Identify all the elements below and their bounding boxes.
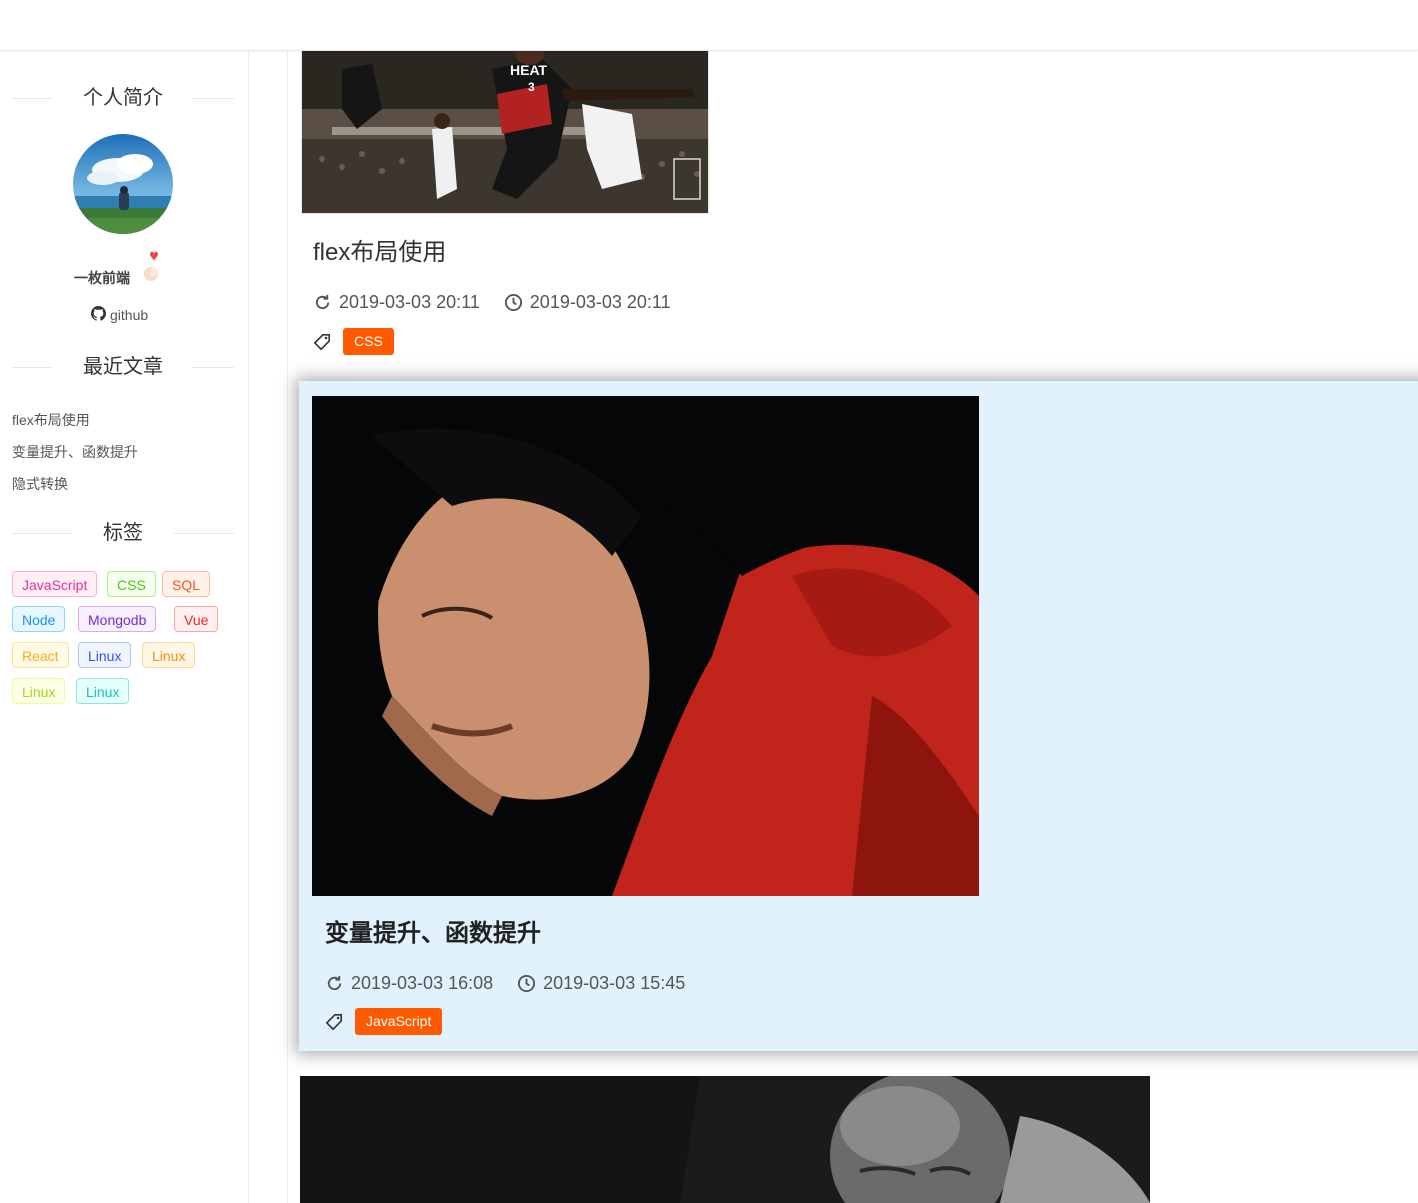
github-icon [91, 306, 107, 324]
tag-icon [325, 1013, 343, 1030]
created-time: 2019-03-03 20:11 [529, 292, 671, 312]
article-title[interactable]: flex布局使用 [313, 232, 446, 267]
tag-javascript[interactable]: JavaScript [12, 571, 98, 597]
article-tag-pill[interactable]: JavaScript [355, 1008, 443, 1035]
recent-posts-list: flex布局使用 变量提升、函数提升 隐式转换 [12, 409, 138, 505]
avatar[interactable] [73, 134, 173, 234]
clock-icon [504, 293, 522, 312]
tag-icon [313, 333, 331, 350]
github-link[interactable]: github [91, 306, 148, 324]
tag-linux[interactable]: Linux [142, 642, 196, 668]
sidebar: 个人简介 一枚前端 github 最近文章 flex布局使用 变量提升、函数提升… [0, 52, 249, 1203]
article-meta: 2019-03-03 16:08 2019-03-03 15:45 [325, 973, 685, 994]
tag-node[interactable]: Node [12, 606, 66, 632]
article-cover-image[interactable] [312, 396, 979, 896]
recent-post-link[interactable]: flex布局使用 [12, 409, 138, 441]
article-cover-image[interactable] [300, 1076, 1150, 1203]
updated-time: 2019-03-03 16:08 [351, 973, 494, 993]
recent-post-link[interactable]: 变量提升、函数提升 [12, 441, 138, 473]
clock-icon [518, 974, 536, 993]
tag-linux[interactable]: Linux [12, 678, 66, 704]
refresh-icon [327, 975, 342, 991]
article-meta: 2019-03-03 20:11 2019-03-03 20:11 [313, 292, 671, 313]
tag-linux[interactable]: Linux [76, 678, 130, 704]
article-tags: CSS [313, 328, 394, 355]
tag-css[interactable]: CSS [107, 571, 156, 597]
created-time: 2019-03-03 15:45 [543, 973, 686, 993]
svg-text:3: 3 [528, 80, 535, 94]
recent-section-title: 最近文章 [12, 352, 234, 382]
refresh-icon [315, 294, 330, 310]
top-navbar [0, 0, 1418, 51]
recent-post-link[interactable]: 隐式转换 [12, 473, 138, 505]
heart-hand-icon [142, 250, 162, 286]
tags-section-title: 标签 [12, 518, 234, 548]
tag-vue[interactable]: Vue [174, 606, 219, 632]
updated-time: 2019-03-03 20:11 [339, 292, 480, 312]
article-title[interactable]: 变量提升、函数提升 [325, 913, 541, 948]
tag-mongodb[interactable]: Mongodb [78, 606, 157, 632]
article-tag-pill[interactable]: CSS [343, 328, 394, 355]
tag-linux[interactable]: Linux [78, 642, 132, 668]
article-card: HEAT 3 flex布局使用 2019-03-03 20:11 2019-03… [288, 48, 1418, 368]
profile-section-title: 个人简介 [12, 83, 234, 113]
tag-react[interactable]: React [12, 642, 69, 668]
tag-sql[interactable]: SQL [162, 571, 211, 597]
article-card-highlighted: 变量提升、函数提升 2019-03-03 16:08 2019-03-03 15… [299, 381, 1418, 1051]
article-tags: JavaScript [325, 1008, 443, 1035]
article-cover-image[interactable]: HEAT 3 [301, 48, 709, 214]
author-name: 一枚前端 [74, 270, 130, 286]
